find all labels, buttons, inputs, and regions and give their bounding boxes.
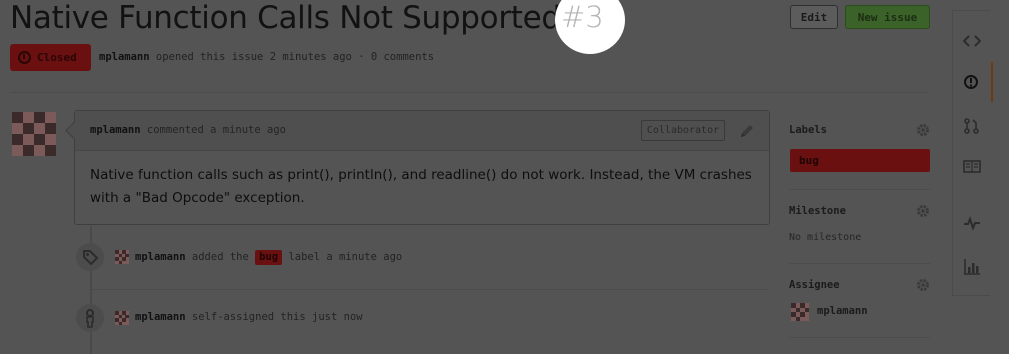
status-badge: Closed [10, 44, 91, 71]
comment-author-link[interactable]: mplamann [90, 124, 141, 136]
avatar[interactable] [12, 112, 56, 156]
event-text: label a minute ago [288, 251, 403, 263]
nav-code[interactable] [953, 21, 991, 61]
event-author-link[interactable]: mplamann [135, 251, 186, 263]
event-text: self-assigned this just now [191, 311, 363, 323]
comment-author-line: mplamann commented a minute ago [90, 124, 286, 136]
pulse-icon [964, 216, 980, 231]
pull-requests-icon [964, 118, 979, 134]
code-icon [963, 35, 981, 47]
issue-page: Native Function Calls Not Supported #3 E… [0, 0, 1009, 354]
comment-box: mplamann commented a minute ago Collabor… [65, 110, 770, 225]
person-icon [86, 309, 94, 328]
issue-meta: mplamann opened this issue 2 minutes ago… [99, 51, 434, 63]
nav-pull-requests[interactable] [953, 105, 991, 145]
timeline-event-assign: mplamann self-assigned this just now [135, 311, 363, 323]
timeline-badge [76, 243, 104, 271]
comment-header: mplamann commented a minute ago Collabor… [75, 111, 769, 151]
status-badge-label: Closed [37, 51, 77, 64]
tag-icon [83, 250, 99, 266]
issue-closed-icon [18, 51, 31, 64]
edit-button[interactable]: Edit [790, 5, 838, 29]
new-issue-button[interactable]: New issue [845, 5, 930, 29]
avatar[interactable] [115, 250, 129, 264]
wiki-icon [963, 160, 981, 173]
labels-heading: Labels [789, 124, 827, 136]
milestone-value: No milestone [789, 232, 862, 243]
collaborator-badge: Collaborator [641, 120, 725, 141]
graphs-icon [964, 259, 980, 275]
avatar[interactable] [115, 311, 129, 325]
event-text: added the [191, 251, 249, 263]
nav-issues[interactable] [953, 62, 993, 102]
assignee-heading: Assignee [789, 279, 840, 291]
event-author-link[interactable]: mplamann [135, 311, 186, 323]
milestone-heading: Milestone [789, 205, 846, 217]
nav-wiki[interactable] [953, 147, 991, 187]
gear-icon[interactable] [916, 204, 930, 218]
issue-author-link[interactable]: mplamann [99, 51, 150, 63]
sidebar-divider [789, 263, 930, 264]
gear-icon[interactable] [916, 278, 930, 292]
label-bug-inline[interactable]: bug [255, 250, 283, 265]
nav-pulse[interactable] [953, 203, 991, 243]
issues-icon [964, 75, 978, 89]
issue-opened-text: opened this issue 2 minutes ago · 0 comm… [155, 51, 435, 63]
nav-graphs[interactable] [953, 246, 991, 286]
avatar[interactable] [791, 303, 809, 321]
label-bug[interactable]: bug [790, 149, 930, 172]
gear-icon[interactable] [916, 123, 930, 137]
comment-body: Native function calls such as print(), p… [90, 167, 752, 206]
sidebar-divider [789, 189, 930, 190]
header-divider [10, 92, 928, 93]
comment-time[interactable]: commented a minute ago [147, 124, 286, 136]
timeline-divider [92, 289, 769, 290]
issue-number: #3 [561, 0, 604, 34]
assignee-name[interactable]: mplamann [817, 305, 868, 317]
sidebar-divider [789, 337, 930, 338]
issue-title: Native Function Calls Not Supported [10, 0, 561, 36]
timeline-event-label: mplamann added the bug label a minute ag… [135, 250, 402, 265]
repo-nav [952, 10, 993, 296]
timeline-badge [76, 304, 104, 332]
pencil-icon[interactable] [737, 121, 757, 141]
